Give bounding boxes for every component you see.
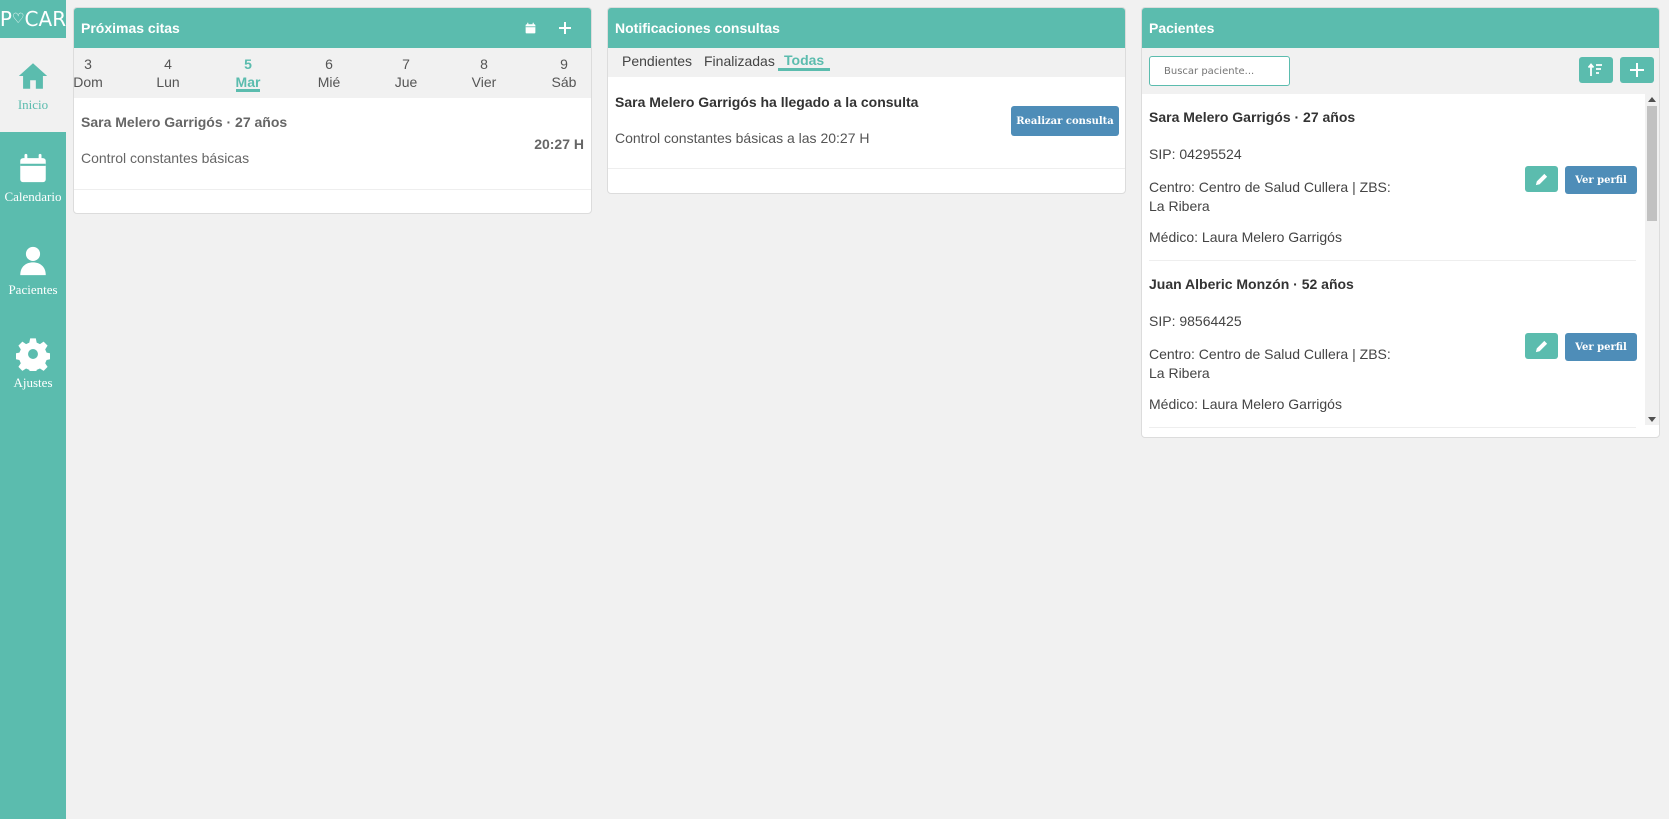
day-number: 6 xyxy=(325,56,333,72)
pacientes-panel: Pacientes Sara Melero Garrigós · 27 años… xyxy=(1141,7,1660,438)
ver-perfil-button[interactable]: Ver perfil xyxy=(1565,166,1637,194)
sort-icon xyxy=(1588,63,1602,76)
tab-todas[interactable]: Todas xyxy=(778,52,831,71)
scroll-up-icon[interactable] xyxy=(1648,97,1656,102)
day-name: Mar xyxy=(235,74,261,92)
search-input[interactable] xyxy=(1149,56,1290,86)
day-mar[interactable]: 5 Mar xyxy=(226,55,270,92)
day-vier[interactable]: 8 Vier xyxy=(462,55,506,91)
app-logo[interactable]: P ♡ CAR xyxy=(0,0,66,40)
calendar-button[interactable] xyxy=(520,18,540,38)
sidebar-item-label: Calendario xyxy=(4,189,62,204)
appointment-time: 20:27 H xyxy=(534,136,584,152)
edit-patient-button[interactable] xyxy=(1525,166,1558,192)
tab-pendientes[interactable]: Pendientes xyxy=(622,53,692,69)
panel-title: Notificaciones consultas xyxy=(615,20,780,36)
notification-description: Control constantes básicas a las 20:27 H xyxy=(615,130,870,146)
gear-icon xyxy=(16,338,50,371)
logo-text-right: CAR xyxy=(24,7,67,31)
patient-card: Sara Melero Garrigós · 27 años SIP: 0429… xyxy=(1149,94,1637,261)
day-name: Jue xyxy=(394,74,418,90)
sidebar: P ♡ CAR Inicio Calendario Pacientes Ajuste… xyxy=(0,0,66,819)
patient-centro: Centro: Centro de Salud Cullera | ZBS: L… xyxy=(1149,179,1391,214)
patient-name: Juan Alberic Monzón · 52 años xyxy=(1149,276,1354,292)
panel-header: Próximas citas xyxy=(74,8,591,48)
plus-icon xyxy=(559,22,571,34)
sidebar-item-pacientes[interactable]: Pacientes xyxy=(0,225,66,317)
logo-text-left: P xyxy=(0,7,12,31)
edit-patient-button[interactable] xyxy=(1525,333,1558,359)
day-sab[interactable]: 9 Sáb xyxy=(542,55,586,91)
patient-sip: SIP: 98564425 xyxy=(1149,313,1242,329)
sidebar-item-calendario[interactable]: Calendario xyxy=(0,132,66,224)
tab-finalizadas[interactable]: Finalizadas xyxy=(704,53,775,69)
add-cita-button[interactable] xyxy=(555,18,575,38)
home-icon xyxy=(18,63,48,89)
sidebar-item-label: Ajustes xyxy=(13,375,53,390)
realizar-consulta-button[interactable]: Realizar consulta xyxy=(1011,106,1119,136)
notification-item: Sara Melero Garrigós ha llegado a la con… xyxy=(608,77,1125,169)
day-name: Vier xyxy=(471,74,497,90)
patient-sip: SIP: 04295524 xyxy=(1149,146,1242,162)
day-lun[interactable]: 4 Lun xyxy=(146,55,190,91)
day-name: Dom xyxy=(73,74,103,90)
patient-name: Sara Melero Garrigós · 27 años xyxy=(1149,109,1356,125)
patient-list-scrollbar[interactable] xyxy=(1645,94,1659,425)
heart-icon: ♡ xyxy=(11,11,25,27)
day-number: 4 xyxy=(164,56,172,72)
plus-icon xyxy=(1630,63,1644,77)
day-number: 3 xyxy=(84,56,92,72)
day-number: 9 xyxy=(560,56,568,72)
sidebar-item-label: Pacientes xyxy=(8,282,58,297)
day-name: Mié xyxy=(317,74,341,90)
day-dom[interactable]: 3 Dom xyxy=(73,55,110,91)
panel-title: Pacientes xyxy=(1149,20,1215,36)
appointment-item[interactable]: Sara Melero Garrigós · 27 años 20:27 H C… xyxy=(74,98,591,190)
pencil-icon xyxy=(1535,173,1548,185)
day-mie[interactable]: 6 Mié xyxy=(307,55,351,91)
proximas-citas-panel: Próximas citas 3 Dom 4 Lun 5 Mar 6 Mié 7 Jue … xyxy=(73,7,592,214)
sort-button[interactable] xyxy=(1579,57,1613,83)
scroll-thumb[interactable] xyxy=(1647,106,1657,221)
panel-header: Notificaciones consultas xyxy=(608,8,1125,48)
panel-header: Pacientes xyxy=(1142,8,1659,48)
notification-title: Sara Melero Garrigós ha llegado a la con… xyxy=(615,94,919,110)
calendar-icon xyxy=(20,153,46,183)
add-patient-button[interactable] xyxy=(1620,57,1654,83)
scroll-down-icon[interactable] xyxy=(1648,417,1656,422)
notification-tabs: Pendientes Finalizadas Todas xyxy=(608,48,1125,77)
search-row xyxy=(1142,48,1659,94)
panel-title: Próximas citas xyxy=(81,20,180,36)
pencil-icon xyxy=(1535,340,1548,352)
patient-list: Sara Melero Garrigós · 27 años SIP: 0429… xyxy=(1142,94,1643,437)
day-number: 8 xyxy=(480,56,488,72)
patient-medico: Médico: Laura Melero Garrigós xyxy=(1149,229,1342,245)
sidebar-item-label: Inicio xyxy=(17,97,49,112)
day-name: Sáb xyxy=(551,74,577,90)
calendar-icon xyxy=(525,22,535,34)
notificaciones-panel: Notificaciones consultas Pendientes Fina… xyxy=(607,7,1126,194)
sidebar-item-ajustes[interactable]: Ajustes xyxy=(0,318,66,410)
user-icon xyxy=(20,246,46,276)
patient-card: Juan Alberic Monzón · 52 años SIP: 98564… xyxy=(1149,261,1637,428)
sidebar-item-inicio[interactable]: Inicio xyxy=(0,40,66,132)
day-selector: 3 Dom 4 Lun 5 Mar 6 Mié 7 Jue 8 Vier 9 Sáb xyxy=(74,48,591,98)
ver-perfil-button[interactable]: Ver perfil xyxy=(1565,333,1637,361)
appointment-patient: Sara Melero Garrigós · 27 años xyxy=(81,114,288,130)
appointment-description: Control constantes básicas xyxy=(81,150,250,166)
day-name: Lun xyxy=(156,74,180,90)
patient-centro: Centro: Centro de Salud Cullera | ZBS: L… xyxy=(1149,346,1391,381)
day-jue[interactable]: 7 Jue xyxy=(384,55,428,91)
day-number: 5 xyxy=(244,56,252,72)
patient-medico: Médico: Laura Melero Garrigós xyxy=(1149,396,1342,412)
day-number: 7 xyxy=(402,56,410,72)
